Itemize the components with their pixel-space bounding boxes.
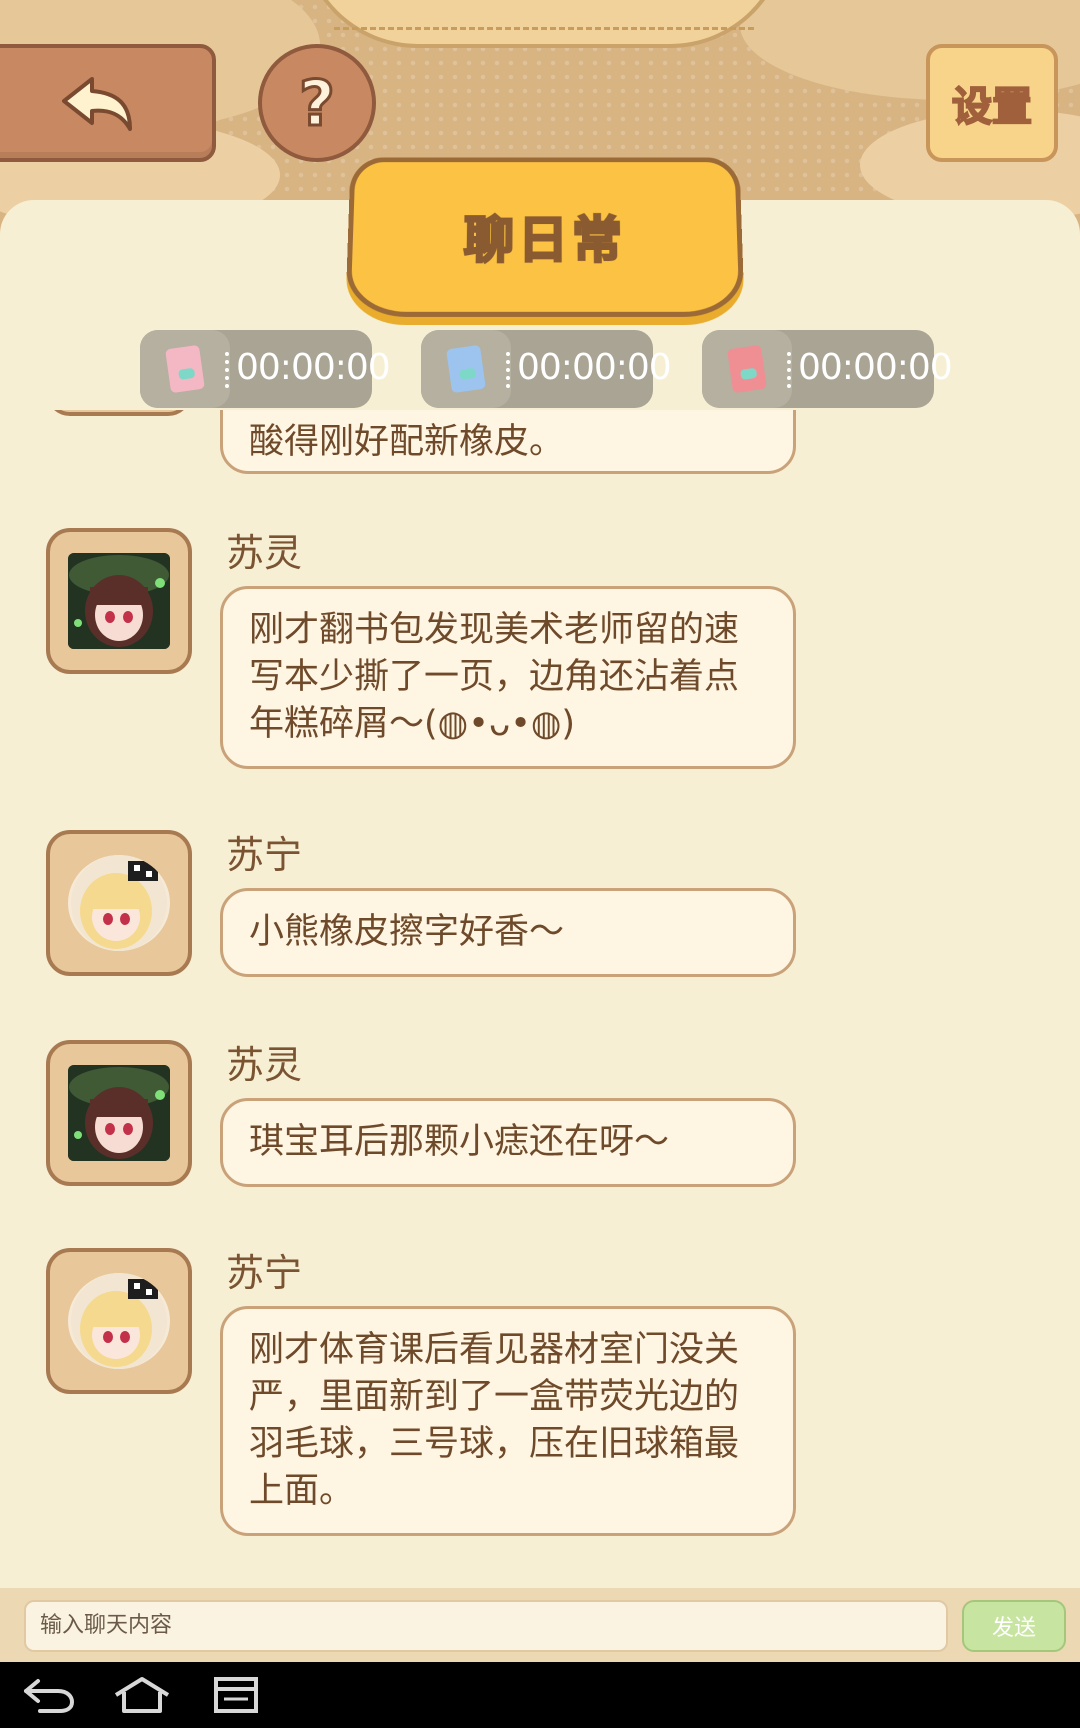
avatar-suning[interactable] [46,1248,192,1394]
settings-button-label: 设置 [951,83,1033,131]
timer-value: 00:00:00 [517,347,672,388]
title-banner: 聊日常 [345,157,745,317]
message-text: 酸得刚好配新橡皮。 [249,422,565,462]
back-icon [24,1679,75,1713]
avatar-suling[interactable] [46,1040,192,1186]
chat-bubble: 小熊橡皮擦字好香～ [220,888,796,977]
avatar[interactable] [46,410,192,416]
suning-avatar-image [68,855,170,951]
timer-blue: 00:00:00 [421,330,672,408]
message-text: 小熊橡皮擦字好香～ [249,912,565,952]
nav-back-button[interactable] [8,1668,88,1722]
chat-bubble: 酸得刚好配新橡皮。 [220,410,796,474]
message-text: 琪宝耳后那颗小痣还在呀～ [249,1122,670,1162]
blue-card-icon [446,344,486,394]
red-card-icon [727,344,767,394]
app-screen: ? 设置 聊日常 00:00:00 00:00:00 00:00:00 酸得刚好… [0,0,1080,1728]
chat-input-field[interactable]: 输入聊天内容 [24,1600,948,1652]
timer-value: 00:00:00 [798,347,953,388]
timer-value: 00:00:00 [236,347,391,388]
avatar-suning[interactable] [46,830,192,976]
chat-message-list[interactable]: 酸得刚好配新橡皮。 苏灵 刚才翻书包发现美术老师留的速写本少撕了一页，边角还沾着… [0,410,1080,1588]
back-button[interactable] [0,44,216,162]
avatar-suling[interactable] [46,528,192,674]
chat-bubble: 刚才翻书包发现美术老师留的速写本少撕了一页，边角还沾着点年糕碎屑～(◍•ᴗ•◍) [220,586,796,769]
settings-button[interactable]: 设置 [926,44,1058,162]
send-button-label: 发送 [991,1616,1036,1641]
top-cushion-decoration [300,0,788,48]
message-text: 刚才翻书包发现美术老师留的速写本少撕了一页，边角还沾着点年糕碎屑～(◍•ᴗ•◍) [249,610,740,744]
back-arrow-icon [62,77,132,131]
suling-avatar-image [68,1065,170,1161]
timer-divider [506,352,514,388]
home-icon [114,1677,170,1713]
message-text: 刚才体育课后看见器材室门没关严，里面新到了一盒带荧光边的羽毛球，三号球，压在旧球… [249,1330,740,1511]
sender-name: 苏宁 [226,833,303,877]
timer-icon-box [702,330,792,408]
chat-bubble: 刚才体育课后看见器材室门没关严，里面新到了一盒带荧光边的羽毛球，三号球，压在旧球… [220,1306,796,1536]
pink-card-icon [165,344,205,394]
suning-avatar-image [68,1273,170,1369]
timer-icon-box [140,330,230,408]
recents-icon [214,1677,258,1713]
chat-input-bar: 输入聊天内容 发送 [0,1588,1080,1662]
sender-name: 苏灵 [226,531,303,575]
send-button[interactable]: 发送 [962,1600,1066,1652]
sender-name: 苏宁 [226,1251,303,1295]
timer-pink: 00:00:00 [140,330,391,408]
timer-red: 00:00:00 [702,330,953,408]
page-title: 聊日常 [462,210,627,270]
timer-icon-box [421,330,511,408]
timer-divider [225,352,233,388]
chat-bubble: 琪宝耳后那颗小痣还在呀～ [220,1098,796,1187]
help-button-label: ? [298,65,337,141]
chat-input-placeholder: 输入聊天内容 [40,1613,173,1638]
sender-name: 苏灵 [226,1043,303,1087]
nav-home-button[interactable] [102,1668,182,1722]
system-nav-bar [0,1662,1080,1728]
nav-recents-button[interactable] [196,1668,276,1722]
timer-divider [787,352,795,388]
help-button[interactable]: ? [258,44,376,162]
suling-avatar-image [68,553,170,649]
